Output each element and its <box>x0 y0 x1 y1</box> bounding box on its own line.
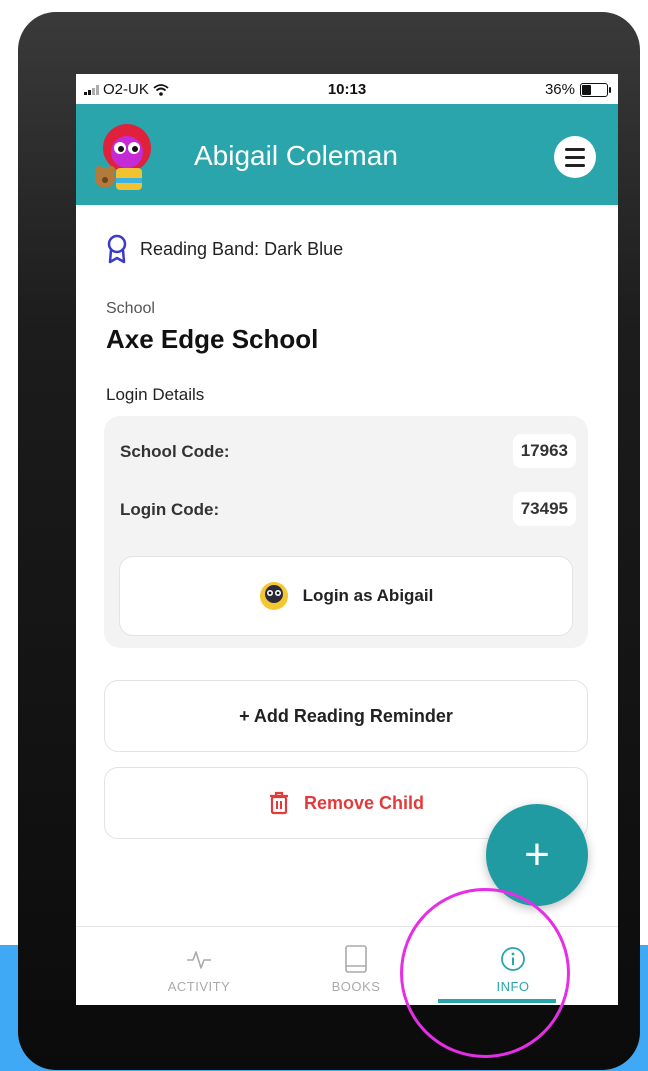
login-as-label: Login as Abigail <box>302 586 434 605</box>
battery-status: 36% <box>544 81 611 98</box>
child-avatar[interactable] <box>94 118 164 196</box>
plus-icon: + <box>524 830 550 879</box>
tab-activity-label: ACTIVITY <box>167 979 231 994</box>
phone-frame: O2-UK 10:13 36% Abigail Coleman Reading … <box>18 12 640 1070</box>
school-code-label: School Code: <box>120 442 230 461</box>
tab-books[interactable]: BOOKS <box>296 943 416 994</box>
school-label: School <box>106 300 155 317</box>
battery-percent: 36% <box>544 81 575 98</box>
school-code-row: School Code: 17963 <box>104 430 588 470</box>
child-name-title: Abigail Coleman <box>194 140 398 171</box>
login-as-button[interactable]: Login as Abigail <box>119 556 573 636</box>
highlight-circle <box>400 888 570 1058</box>
add-reading-reminder-button[interactable]: + Add Reading Reminder <box>104 680 588 752</box>
activity-icon <box>187 951 211 969</box>
status-bar: O2-UK 10:13 36% <box>76 74 618 104</box>
school-name: Axe Edge School <box>106 324 319 354</box>
reading-band: Reading Band: Dark Blue <box>106 234 343 264</box>
menu-icon <box>565 147 585 151</box>
battery-icon <box>580 82 611 97</box>
reading-band-text: Reading Band: Dark Blue <box>140 238 344 259</box>
character-icon <box>259 582 288 610</box>
status-time: 10:13 <box>327 81 367 98</box>
menu-button[interactable] <box>554 136 596 178</box>
tab-books-label: BOOKS <box>331 979 381 994</box>
login-code-row: Login Code: 73495 <box>104 488 588 528</box>
app-screen: O2-UK 10:13 36% Abigail Coleman Reading … <box>76 74 618 1005</box>
school-code-value: 17963 <box>512 434 576 468</box>
login-code-label: Login Code: <box>120 500 220 519</box>
tab-activity[interactable]: ACTIVITY <box>139 943 259 994</box>
login-details-heading: Login Details <box>106 385 205 404</box>
add-reminder-label: + Add Reading Reminder <box>239 705 453 726</box>
book-icon <box>345 945 367 973</box>
trash-icon <box>269 791 288 815</box>
award-ribbon-icon <box>107 234 127 264</box>
remove-child-label: Remove Child <box>303 792 425 813</box>
login-code-value: 73495 <box>512 492 576 526</box>
app-header: Abigail Coleman <box>76 104 618 205</box>
login-details-panel: School Code: 17963 Login Code: 73495 Log… <box>104 416 588 648</box>
